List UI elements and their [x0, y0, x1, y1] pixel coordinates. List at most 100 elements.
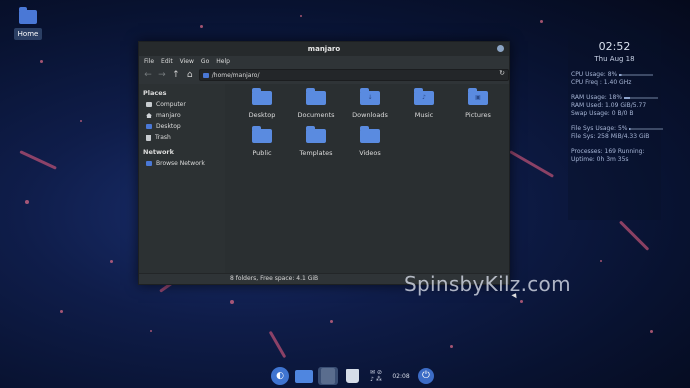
dock-tray[interactable]: ✉ ⊘ ♪ ⁂	[366, 367, 386, 385]
fs-usage-bar	[629, 127, 664, 130]
wallpaper-speck	[650, 330, 653, 333]
dock-item-files[interactable]	[294, 367, 314, 385]
folder-grid: Desktop Documents ↓ Downloads ♪ Music ▣ …	[235, 88, 505, 157]
ram-usage-bar	[624, 96, 659, 99]
uptime-line: Uptime: 0h 3m 35s	[571, 156, 629, 163]
folder-label: Desktop	[248, 111, 276, 119]
processes-line: Processes: 169 Running:	[571, 148, 645, 155]
reload-icon[interactable]: ↻	[499, 69, 505, 77]
wallpaper-speck	[540, 20, 543, 23]
sidebar-item-label: manjaro	[156, 112, 181, 119]
folder-icon	[360, 126, 380, 143]
folder-icon	[202, 72, 209, 78]
folder-icon: ♪	[414, 88, 434, 105]
folder-icon	[295, 369, 313, 383]
window-title: manjaro	[307, 45, 341, 53]
wallpaper-streak	[618, 220, 650, 251]
forward-icon[interactable]: →	[157, 70, 167, 80]
menu-edit[interactable]: Edit	[161, 56, 173, 68]
window-titlebar[interactable]: manjaro	[139, 42, 509, 56]
cpu-usage-bar	[619, 73, 654, 76]
sidebar: Places Computer manjaro Desktop Trash Ne…	[139, 84, 225, 274]
home-nav-icon[interactable]: ⌂	[185, 70, 195, 80]
window-body: Places Computer manjaro Desktop Trash Ne…	[139, 84, 519, 299]
cpu-usage-line: CPU Usage: 8%	[568, 71, 661, 79]
system-monitor: 02:52 Thu Aug 18 CPU Usage: 8% CPU Freq …	[568, 30, 664, 220]
wallpaper-speck	[300, 15, 302, 17]
sidebar-header-network: Network	[143, 148, 174, 156]
folder-label: Documents	[297, 111, 335, 119]
folder-icon	[306, 126, 326, 143]
folder-icon	[146, 124, 152, 129]
wallpaper-speck	[40, 60, 43, 63]
wallpaper-speck	[80, 120, 82, 122]
close-icon[interactable]	[497, 45, 504, 52]
network-icon	[146, 161, 152, 166]
wallpaper-streak	[268, 330, 287, 359]
file-manager-window: manjaro File Edit View Go Help ← → ↑ ⌂ /…	[138, 41, 519, 299]
manjaro-logo-icon: ◐	[271, 367, 289, 385]
watermark: SpinsbyKilz.com	[404, 272, 571, 296]
folder-label: Public	[252, 149, 272, 157]
sidebar-item-label: Browse Network	[156, 160, 205, 167]
sidebar-item-manjaro[interactable]: manjaro	[139, 110, 225, 121]
folder-item-documents[interactable]: Documents	[289, 88, 343, 119]
folder-label: Pictures	[465, 111, 491, 119]
folder-icon: ↓	[360, 88, 380, 105]
wallpaper-speck	[25, 200, 29, 204]
power-icon: ⏻	[418, 368, 434, 384]
wallpaper-speck	[450, 345, 453, 348]
dock: ◐ ✉ ⊘ ♪ ⁂ 02:08 ⏻	[266, 364, 440, 388]
folder-item-desktop[interactable]: Desktop	[235, 88, 289, 119]
sidebar-header-places: Places	[143, 89, 167, 97]
folder-label: Videos	[359, 149, 381, 157]
wallpaper-streak	[19, 150, 57, 170]
back-icon[interactable]: ←	[143, 70, 153, 80]
folder-icon	[19, 7, 37, 24]
dock-item-power[interactable]: ⏻	[416, 367, 436, 385]
file-manager-icon	[321, 368, 335, 384]
fs-usage-line: File Sys Usage: 5%	[568, 125, 664, 133]
folder-item-videos[interactable]: Videos	[343, 126, 397, 157]
wallpaper-speck	[230, 300, 234, 304]
trash-icon	[345, 369, 359, 383]
swap-usage-line: Swap Usage: 0 B/0 B	[571, 110, 634, 117]
folder-item-templates[interactable]: Templates	[289, 126, 343, 157]
wallpaper-streak	[509, 150, 555, 178]
toolbar: ← → ↑ ⌂ /home/manjaro/ ↻	[139, 68, 509, 82]
folder-view[interactable]: Desktop Documents ↓ Downloads ♪ Music ▣ …	[225, 84, 519, 299]
sidebar-item-label: Computer	[156, 101, 186, 108]
folder-label: Music	[414, 111, 434, 119]
folder-item-pictures[interactable]: ▣ Pictures	[451, 88, 505, 119]
menu-view[interactable]: View	[180, 56, 194, 68]
folder-item-music[interactable]: ♪ Music	[397, 88, 451, 119]
dock-clock[interactable]: 02:08	[390, 367, 412, 385]
desktop-home-label: Home	[14, 28, 42, 40]
menu-go[interactable]: Go	[201, 56, 209, 68]
wallpaper-speck	[60, 310, 63, 313]
computer-icon	[146, 102, 152, 107]
sidebar-item-browse-network[interactable]: Browse Network	[139, 158, 225, 169]
menu-file[interactable]: File	[144, 56, 154, 68]
folder-item-downloads[interactable]: ↓ Downloads	[343, 88, 397, 119]
dock-item-trash[interactable]	[342, 367, 362, 385]
sidebar-item-computer[interactable]: Computer	[139, 99, 225, 110]
ram-used-line: RAM Used: 1.09 GiB/5.77	[571, 102, 647, 109]
folder-icon: ▣	[468, 88, 488, 105]
folder-icon	[306, 88, 326, 105]
dock-item-file-manager[interactable]	[318, 367, 338, 385]
folder-item-public[interactable]: Public	[235, 126, 289, 157]
menubar: File Edit View Go Help	[139, 56, 509, 68]
folder-icon	[252, 88, 272, 105]
sidebar-item-desktop[interactable]: Desktop	[139, 121, 225, 132]
sidebar-item-label: Desktop	[156, 123, 181, 130]
menu-help[interactable]: Help	[216, 56, 230, 68]
location-bar[interactable]: /home/manjaro/ ↻	[198, 69, 509, 81]
tray-icons: ✉ ⊘ ♪ ⁂	[370, 369, 382, 383]
fs-used-line: File Sys: 258 MiB/4.33 GiB	[571, 133, 650, 140]
desktop-home-icon[interactable]: Home	[14, 7, 42, 40]
dock-item-menu[interactable]: ◐	[270, 367, 290, 385]
sidebar-item-trash[interactable]: Trash	[139, 132, 225, 143]
up-icon[interactable]: ↑	[171, 70, 181, 80]
sidebar-item-label: Trash	[155, 134, 171, 141]
